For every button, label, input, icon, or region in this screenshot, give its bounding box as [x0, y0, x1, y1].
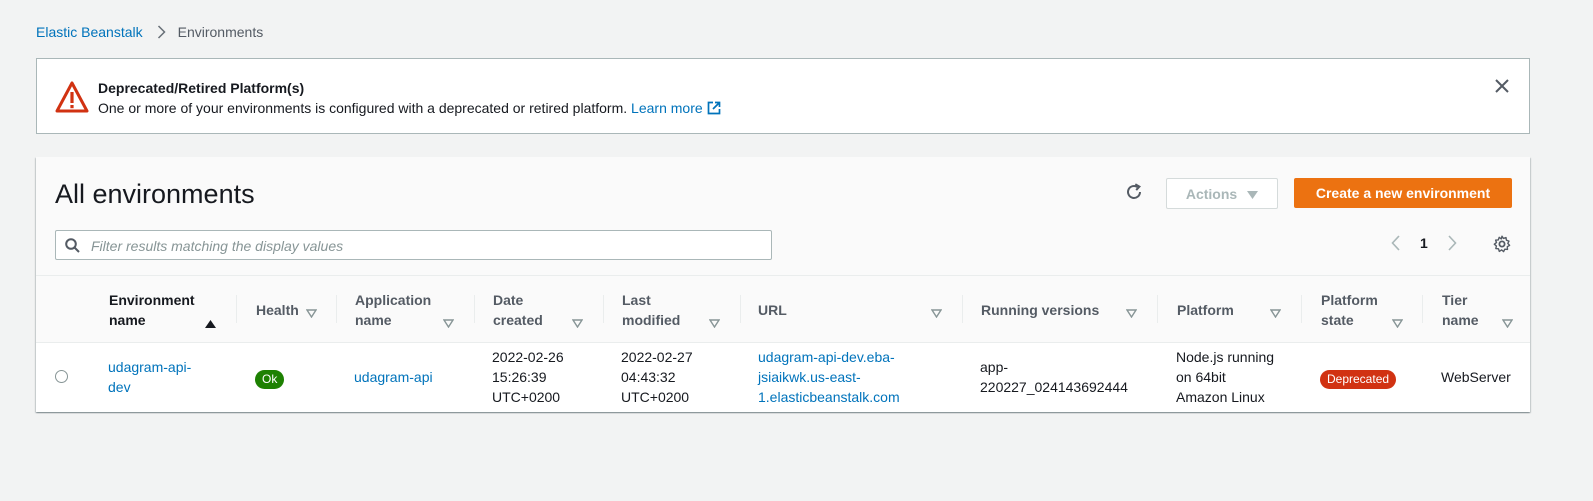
column-header-label: Last modified [622, 292, 681, 328]
table-row[interactable]: udagram-api-dev Ok udagram-api 2022-02-2… [36, 343, 1530, 411]
page-number[interactable]: 1 [1420, 235, 1428, 251]
tier-name-cell: WebServer [1441, 369, 1511, 385]
sort-icon [442, 315, 455, 331]
alert-title: Deprecated/Retired Platform(s) [98, 80, 305, 96]
sort-icon [1269, 305, 1282, 321]
create-environment-button[interactable]: Create a new environment [1294, 178, 1512, 208]
caret-down-icon [1247, 186, 1259, 202]
table-header: Environment name Health Application name D… [36, 276, 1530, 343]
environment-name-link[interactable]: udagram-api-dev [108, 357, 191, 397]
column-header-running-versions[interactable]: Running versions [962, 276, 1157, 342]
column-header-label: Running versions [981, 302, 1100, 318]
learn-more-label: Learn more [631, 100, 703, 116]
actions-dropdown-button[interactable]: Actions [1166, 178, 1278, 209]
sort-icon [930, 305, 943, 321]
column-header-label: Platform state [1321, 292, 1378, 328]
platform-state-badge: Deprecated [1320, 370, 1397, 389]
sort-ascending-icon [205, 315, 216, 331]
panel-header: All environments Actions Create a new en… [36, 157, 1530, 276]
close-icon[interactable] [1495, 79, 1509, 96]
search-icon [65, 238, 80, 256]
column-header-label: Health [256, 302, 299, 318]
alert-message: One or more of your environments is conf… [98, 100, 628, 116]
column-header-label: Tier name [1442, 292, 1479, 328]
date-created-cell: 2022-02-26 15:26:39 UTC+0200 [492, 349, 564, 405]
deprecated-platform-alert: Deprecated/Retired Platform(s) One or mo… [36, 58, 1530, 134]
breadcrumb-elastic-beanstalk-link[interactable]: Elastic Beanstalk [36, 24, 143, 40]
gear-icon[interactable] [1493, 235, 1511, 256]
actions-label: Actions [1185, 185, 1238, 202]
filter-input-wrapper [55, 230, 772, 260]
column-header-label: Application name [355, 292, 432, 328]
chevron-right-icon [157, 25, 166, 39]
column-header-url[interactable]: URL [740, 276, 962, 342]
column-header-platform[interactable]: Platform [1157, 276, 1301, 342]
sort-icon [708, 315, 721, 331]
sort-icon [1125, 305, 1138, 321]
column-header-health[interactable]: Health [236, 276, 336, 342]
health-status-badge: Ok [255, 370, 285, 389]
pagination: 1 [1391, 235, 1457, 251]
platform-cell: Node.js running on 64bit Amazon Linux [1176, 349, 1275, 405]
application-name-link[interactable]: udagram-api [354, 367, 433, 387]
refresh-icon[interactable] [1125, 183, 1143, 204]
column-header-label: Date created [493, 292, 543, 328]
last-modified-cell: 2022-02-27 04:43:32 UTC+0200 [621, 349, 693, 405]
sort-icon [571, 315, 584, 331]
breadcrumb: Elastic Beanstalk Environments [36, 24, 263, 40]
environment-url-link[interactable]: udagram-api-dev.eba-jsiaikwk.us-east- 1.e… [758, 347, 900, 407]
column-header-environment-name[interactable]: Environment name [90, 276, 236, 342]
health-cell: Ok [255, 368, 285, 389]
column-header-application-name[interactable]: Application name [336, 276, 474, 342]
breadcrumb-current: Environments [177, 24, 264, 40]
column-header-label: URL [758, 302, 787, 318]
warning-triangle-icon [55, 81, 89, 116]
alert-message-line: One or more of your environments is conf… [98, 100, 721, 118]
sort-icon [1391, 315, 1404, 331]
next-page-icon[interactable] [1448, 235, 1457, 251]
row-select-radio[interactable] [55, 370, 68, 383]
page-title: All environments [55, 179, 255, 209]
previous-page-icon[interactable] [1391, 235, 1400, 251]
learn-more-link[interactable]: Learn more [631, 100, 721, 116]
column-header-label: Platform [1177, 302, 1234, 318]
sort-icon [1501, 315, 1514, 331]
column-header-last-modified[interactable]: Last modified [603, 276, 740, 342]
column-header-label: Environment name [109, 292, 195, 328]
external-link-icon [707, 101, 721, 118]
platform-state-cell: Deprecated [1320, 368, 1397, 389]
filter-input[interactable] [89, 235, 763, 257]
environments-panel: All environments Actions Create a new en… [36, 157, 1530, 412]
sort-icon [305, 305, 318, 321]
running-versions-cell: app- 220227_024143692444 [980, 359, 1128, 395]
column-header-platform-state[interactable]: Platform state [1301, 276, 1422, 342]
column-header-date-created[interactable]: Date created [474, 276, 603, 342]
column-header-tier-name[interactable]: Tier name [1422, 276, 1530, 342]
